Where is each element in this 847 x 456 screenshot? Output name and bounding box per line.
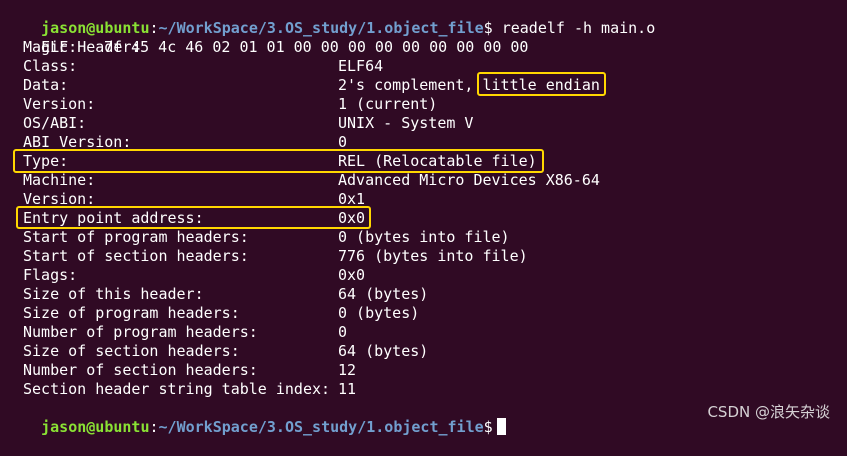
prompt-dollar: $ bbox=[483, 418, 493, 436]
field-value: 0x0 bbox=[338, 266, 366, 284]
field-label: Class: bbox=[23, 57, 78, 75]
prompt-line: jason@ubuntu:~/WorkSpace/3.OS_study/1.ob… bbox=[5, 0, 847, 37]
field-row-version-2: Version: 0x1 bbox=[5, 190, 847, 209]
field-row-data: Data: 2's complement, little endian bbox=[5, 76, 847, 95]
field-row-shstrndx: Section header string table index: 11 bbox=[5, 380, 847, 399]
field-row-osabi: OS/ABI: UNIX - System V bbox=[5, 114, 847, 133]
field-row-type: Type: REL (Relocatable file) bbox=[5, 152, 847, 171]
field-label: Size of this header: bbox=[23, 285, 204, 303]
field-label: Size of section headers: bbox=[23, 342, 240, 360]
field-row-class: Class: ELF64 bbox=[5, 57, 847, 76]
field-label: ABI Version: bbox=[23, 133, 132, 151]
field-row-machine: Machine: Advanced Micro Devices X86-64 bbox=[5, 171, 847, 190]
field-value: 776 (bytes into file) bbox=[338, 247, 528, 265]
data-value-prefix: 2's complement, bbox=[338, 76, 483, 94]
field-value: REL (Relocatable file) bbox=[338, 152, 537, 170]
field-value: 0x1 bbox=[338, 190, 366, 208]
text-cursor bbox=[496, 418, 506, 435]
field-row-entry-point: Entry point address: 0x0 bbox=[5, 209, 847, 228]
field-value: 0 (bytes) bbox=[338, 304, 420, 322]
field-label: Data: bbox=[23, 76, 69, 94]
prompt-user-host: jason@ubuntu bbox=[41, 418, 150, 436]
field-row-size-section-headers: Size of section headers: 64 (bytes) bbox=[5, 342, 847, 361]
field-value: 0 (bytes into file) bbox=[338, 228, 510, 246]
field-label: Machine: bbox=[23, 171, 96, 189]
field-label: Flags: bbox=[23, 266, 78, 284]
field-value: 64 (bytes) bbox=[338, 285, 429, 303]
field-label: Type: bbox=[23, 152, 69, 170]
field-value: 2's complement, little endian bbox=[338, 76, 600, 95]
magic-row: Magic: 7f 45 4c 46 02 01 01 00 00 00 00 … bbox=[5, 38, 847, 57]
field-row-abi-version: ABI Version: 0 bbox=[5, 133, 847, 152]
prompt-path: ~/WorkSpace/3.OS_study/1.object_file bbox=[158, 418, 484, 436]
terminal-window[interactable]: jason@ubuntu:~/WorkSpace/3.OS_study/1.ob… bbox=[0, 0, 847, 436]
field-value: 0x0 bbox=[338, 209, 366, 227]
field-row-size-this-header: Size of this header: 64 (bytes) bbox=[5, 285, 847, 304]
field-row-size-program-headers: Size of program headers: 0 (bytes) bbox=[5, 304, 847, 323]
field-value: 1 (current) bbox=[338, 95, 438, 113]
field-value: 11 bbox=[338, 380, 357, 398]
field-label: Start of section headers: bbox=[23, 247, 249, 265]
elf-header-title: ELF Header: bbox=[5, 19, 847, 56]
field-label: Section header string table index: bbox=[23, 380, 331, 398]
field-value: ELF64 bbox=[338, 57, 384, 75]
field-value: 12 bbox=[338, 361, 357, 379]
field-row-version: Version: 1 (current) bbox=[5, 95, 847, 114]
field-label: Start of program headers: bbox=[23, 228, 249, 246]
field-label: OS/ABI: bbox=[23, 114, 87, 132]
field-row-number-section-headers: Number of section headers: 12 bbox=[5, 361, 847, 380]
field-value: 0 bbox=[338, 133, 348, 151]
prompt-colon: : bbox=[149, 418, 159, 436]
field-label: Number of section headers: bbox=[23, 361, 258, 379]
field-label: Version: bbox=[23, 190, 96, 208]
field-label: Entry point address: bbox=[23, 209, 204, 227]
little-endian-text: little endian bbox=[482, 76, 600, 94]
field-value: UNIX - System V bbox=[338, 114, 474, 132]
field-label: Version: bbox=[23, 95, 96, 113]
magic-label: Magic: bbox=[23, 38, 78, 56]
csdn-watermark: CSDN @浪矢杂谈 bbox=[707, 403, 830, 421]
field-row-number-program-headers: Number of program headers: 0 bbox=[5, 323, 847, 342]
field-value: 0 bbox=[338, 323, 348, 341]
field-value: 64 (bytes) bbox=[338, 342, 429, 360]
field-value: Advanced Micro Devices X86-64 bbox=[338, 171, 600, 189]
magic-value: 7f 45 4c 46 02 01 01 00 00 00 00 00 00 0… bbox=[104, 38, 529, 56]
field-row-start-program-headers: Start of program headers: 0 (bytes into … bbox=[5, 228, 847, 247]
field-row-start-section-headers: Start of section headers: 776 (bytes int… bbox=[5, 247, 847, 266]
field-row-flags: Flags: 0x0 bbox=[5, 266, 847, 285]
field-label: Number of program headers: bbox=[23, 323, 258, 341]
field-label: Size of program headers: bbox=[23, 304, 240, 322]
